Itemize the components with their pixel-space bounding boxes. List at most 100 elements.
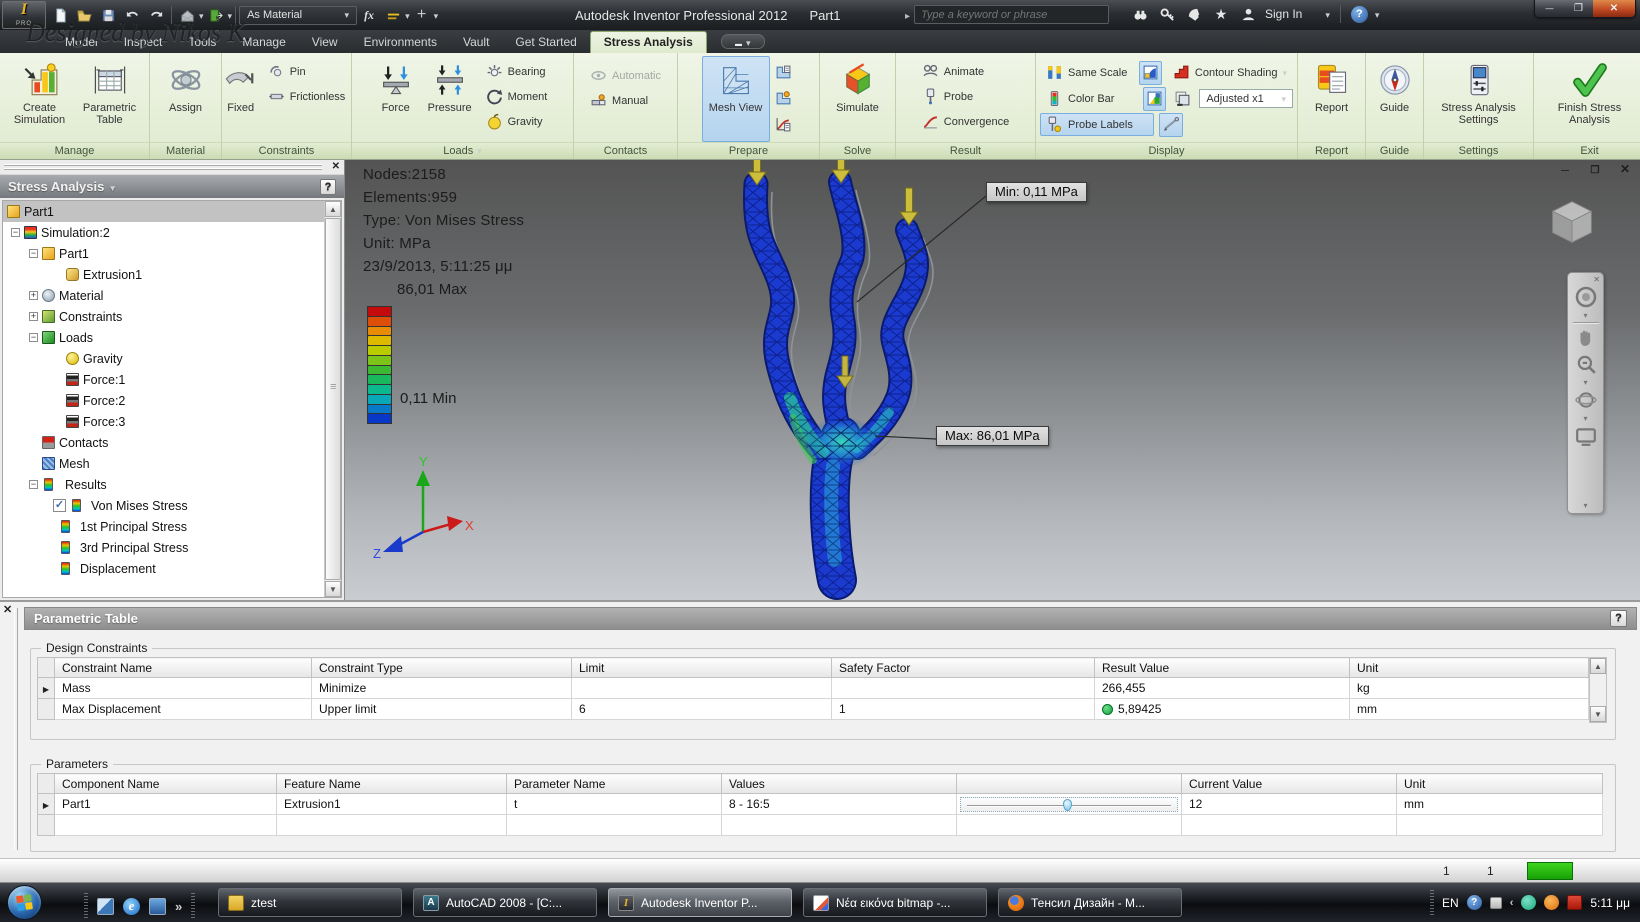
- browser-help-button[interactable]: [320, 179, 336, 195]
- mesh-view-button[interactable]: Mesh View: [702, 56, 770, 142]
- panel-label-manage[interactable]: Manage: [0, 142, 149, 159]
- mesh-settings-button[interactable]: [772, 60, 796, 84]
- expander-icon[interactable]: [29, 333, 38, 342]
- manual-contacts-button[interactable]: Manual: [584, 89, 667, 112]
- panel-label-exit[interactable]: Exit: [1534, 142, 1640, 159]
- taskbar-button-inventor[interactable]: I Autodesk Inventor P...: [608, 888, 792, 917]
- orbit-button[interactable]: [1571, 387, 1601, 413]
- navbar-close-icon[interactable]: [1593, 275, 1600, 284]
- max-probe-label[interactable]: Max: 86,01 MPa: [936, 426, 1049, 446]
- parameter-value-slider[interactable]: [960, 797, 1178, 812]
- tray-app-icon-red[interactable]: [1567, 895, 1582, 910]
- finish-stress-analysis-button[interactable]: Finish Stress Analysis: [1538, 56, 1640, 142]
- zoom-button[interactable]: [1571, 351, 1601, 377]
- ribbon-minimize-toggle[interactable]: [721, 34, 765, 49]
- convergence-settings-button[interactable]: [772, 112, 796, 136]
- tab-environments[interactable]: Environments: [351, 32, 450, 53]
- col-constraint-type[interactable]: Constraint Type: [312, 658, 572, 678]
- col-limit[interactable]: Limit: [572, 658, 832, 678]
- window-switcher-icon[interactable]: [149, 898, 166, 915]
- tray-app-icon-orange[interactable]: [1544, 895, 1559, 910]
- expander-icon[interactable]: [29, 249, 38, 258]
- panel-label-result[interactable]: Result: [896, 142, 1035, 159]
- col-parameter-name[interactable]: Parameter Name: [507, 774, 722, 794]
- browser-scrollbar[interactable]: [324, 201, 341, 597]
- parametric-table-button[interactable]: Parametric Table: [76, 56, 144, 142]
- scroll-up-icon[interactable]: [325, 201, 341, 217]
- zoom-dropdown-icon[interactable]: [1583, 377, 1587, 387]
- help-search-input[interactable]: [914, 5, 1109, 24]
- stress-model-canvas[interactable]: Y X Z: [345, 160, 1640, 600]
- browser-header[interactable]: Stress Analysis: [0, 175, 344, 198]
- parameter-row-t[interactable]: Part1 Extrusion1 t 8 - 16:5 12 mm: [38, 794, 1603, 815]
- panel-label-solve[interactable]: Solve: [820, 142, 895, 159]
- display-maximum-button[interactable]: [1139, 61, 1162, 85]
- tab-inspect[interactable]: Inspect: [111, 32, 176, 53]
- probe-button[interactable]: Probe: [916, 85, 1015, 108]
- tab-get-started[interactable]: Get Started: [502, 32, 589, 53]
- subscription-button[interactable]: [1157, 5, 1177, 23]
- col-current-value[interactable]: Current Value: [1182, 774, 1397, 794]
- print-dropdown[interactable]: [199, 6, 204, 24]
- contour-shading-button[interactable]: Contour Shading: [1167, 61, 1293, 84]
- browser-close-icon[interactable]: [332, 161, 340, 172]
- communication-center-button[interactable]: [1184, 5, 1204, 23]
- show-desktop-icon[interactable]: [97, 898, 114, 915]
- col-feature-name[interactable]: Feature Name: [277, 774, 507, 794]
- taskbar-button-ztest[interactable]: ztest: [218, 888, 402, 917]
- inventor-logo[interactable]: I PRO: [2, 1, 46, 29]
- add-tool-button[interactable]: +: [410, 4, 434, 26]
- create-simulation-button[interactable]: Create Simulation: [6, 56, 74, 142]
- tree-item-extrusion1[interactable]: Extrusion1: [3, 264, 341, 285]
- shaded-results-button[interactable]: [1159, 113, 1183, 137]
- navbar-more-icon[interactable]: [1583, 500, 1587, 510]
- col-constraint-name[interactable]: Constraint Name: [55, 658, 312, 678]
- doc-close-button[interactable]: [1618, 162, 1632, 176]
- tree-item-displacement[interactable]: Displacement: [3, 558, 341, 579]
- open-file-button[interactable]: [72, 4, 96, 26]
- gravity-load-button[interactable]: Gravity: [480, 110, 554, 133]
- constraint-row-max-displacement[interactable]: Max Displacement Upper limit 6 1 5,89425…: [38, 699, 1589, 720]
- parametric-help-button[interactable]: [1610, 610, 1627, 627]
- scroll-down-icon[interactable]: [1590, 706, 1606, 722]
- slider-thumb-icon[interactable]: [1063, 799, 1072, 811]
- panel-label-prepare[interactable]: Prepare: [678, 142, 819, 159]
- tree-item-mesh[interactable]: Mesh: [3, 453, 341, 474]
- browser-dock-grip[interactable]: [0, 160, 344, 175]
- sign-in-button[interactable]: Sign In: [1265, 7, 1302, 21]
- panel-label-constraints[interactable]: Constraints: [222, 142, 351, 159]
- panel-label-report[interactable]: Report: [1298, 142, 1365, 159]
- tab-view[interactable]: View: [299, 32, 351, 53]
- save-button[interactable]: [96, 4, 120, 26]
- clock[interactable]: 5:11 μμ: [1590, 896, 1630, 910]
- tab-manage[interactable]: Manage: [229, 32, 298, 53]
- appearance-button[interactable]: [381, 4, 405, 26]
- expander-icon[interactable]: [29, 480, 38, 489]
- tree-item-simulation[interactable]: Simulation:2: [3, 222, 341, 243]
- col-values[interactable]: Values: [722, 774, 957, 794]
- pressure-load-button[interactable]: Pressure: [422, 56, 478, 142]
- graphics-viewport[interactable]: Nodes:2158 Elements:959 Type: Von Mises …: [345, 160, 1640, 600]
- simulate-button[interactable]: Simulate: [824, 56, 891, 142]
- min-probe-label[interactable]: Min: 0,11 MPa: [986, 182, 1087, 202]
- same-scale-button[interactable]: Same Scale: [1040, 61, 1134, 84]
- von-mises-checkbox[interactable]: [53, 499, 66, 512]
- col-result-value[interactable]: Result Value: [1095, 658, 1350, 678]
- internet-explorer-icon[interactable]: e: [123, 898, 140, 915]
- appearance-dropdown[interactable]: [405, 6, 410, 24]
- taskbar-button-autocad[interactable]: A AutoCAD 2008 - [C:...: [413, 888, 597, 917]
- pan-button[interactable]: [1571, 325, 1601, 351]
- tree-item-results[interactable]: Results: [3, 474, 341, 495]
- moment-load-button[interactable]: Moment: [480, 85, 554, 108]
- tree-item-material[interactable]: Material: [3, 285, 341, 306]
- assign-material-button[interactable]: Assign: [154, 56, 217, 142]
- tab-vault[interactable]: Vault: [450, 32, 502, 53]
- adjusted-displacement-icon-button[interactable]: [1171, 87, 1194, 111]
- tree-item-part1[interactable]: Part1: [3, 243, 341, 264]
- scroll-up-icon[interactable]: [1590, 658, 1606, 674]
- panel-label-contacts[interactable]: Contacts: [574, 142, 677, 159]
- tree-item-1st-principal[interactable]: 1st Principal Stress: [3, 516, 341, 537]
- doc-restore-button[interactable]: [1588, 162, 1602, 176]
- col-unit[interactable]: Unit: [1397, 774, 1603, 794]
- adjusted-displacement-combo[interactable]: Adjusted x1: [1199, 89, 1293, 108]
